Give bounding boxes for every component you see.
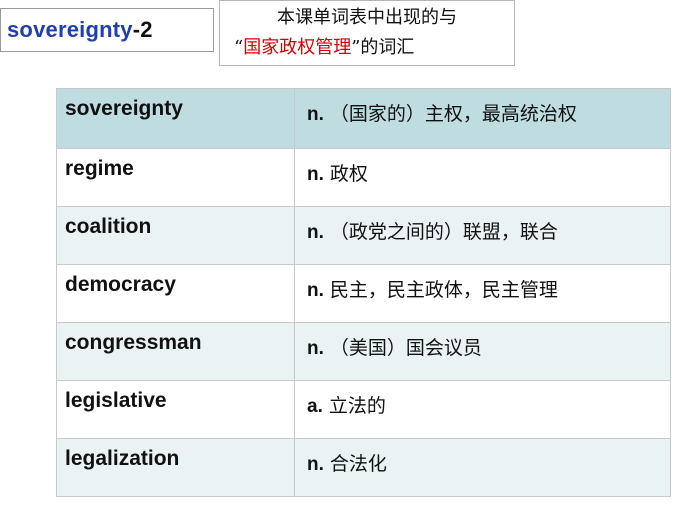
vocab-word: legislative bbox=[56, 380, 295, 439]
vocabulary-table: sovereignty n. （国家的）主权，最高统治权 regime n. 政权 … bbox=[56, 88, 671, 497]
open-quote: “ bbox=[234, 37, 244, 58]
slide-title: sovereignty -2 bbox=[0, 8, 214, 52]
vocab-word: regime bbox=[56, 148, 295, 207]
subtitle-highlight: 国家政权管理 bbox=[243, 37, 352, 58]
meaning: 政权 bbox=[329, 163, 368, 185]
table-row: congressman n. （美国）国会议员 bbox=[56, 322, 671, 381]
part-of-speech: n. bbox=[307, 222, 324, 243]
subtitle-line-1: 本课单词表中出现的与 bbox=[277, 7, 457, 28]
title-word: sovereignty bbox=[7, 17, 133, 42]
vocab-word: legalization bbox=[56, 438, 295, 497]
meaning: （美国）国会议员 bbox=[329, 337, 482, 359]
vocab-word: sovereignty bbox=[56, 88, 295, 149]
meaning: 民主，民主政体，民主管理 bbox=[329, 279, 558, 301]
vocab-word: congressman bbox=[56, 322, 295, 381]
vocab-definition: n. （政党之间的）联盟，联合 bbox=[294, 206, 671, 265]
table-row: coalition n. （政党之间的）联盟，联合 bbox=[56, 206, 671, 265]
vocab-definition: n. 民主，民主政体，民主管理 bbox=[294, 264, 671, 323]
vocab-definition: n. 政权 bbox=[294, 148, 671, 207]
meaning: （国家的）主权，最高统治权 bbox=[329, 103, 577, 125]
part-of-speech: n. bbox=[307, 164, 324, 185]
meaning: 合法化 bbox=[329, 453, 387, 475]
vocab-definition: n. （国家的）主权，最高统治权 bbox=[294, 88, 671, 149]
part-of-speech: n. bbox=[307, 338, 324, 359]
table-row: legislative a. 立法的 bbox=[56, 380, 671, 439]
part-of-speech: n. bbox=[307, 454, 324, 475]
title-suffix: -2 bbox=[132, 17, 153, 42]
vocab-definition: n. （美国）国会议员 bbox=[294, 322, 671, 381]
table-row: sovereignty n. （国家的）主权，最高统治权 bbox=[56, 88, 671, 149]
part-of-speech: a. bbox=[307, 396, 323, 417]
close-quote-text: ”的词汇 bbox=[351, 37, 415, 58]
part-of-speech: n. bbox=[307, 104, 324, 125]
table-row: democracy n. 民主，民主政体，民主管理 bbox=[56, 264, 671, 323]
vocab-definition: a. 立法的 bbox=[294, 380, 671, 439]
vocab-definition: n. 合法化 bbox=[294, 438, 671, 497]
vocab-word: democracy bbox=[56, 264, 295, 323]
table-row: regime n. 政权 bbox=[56, 148, 671, 207]
subtitle-line-2: “国家政权管理”的词汇 bbox=[220, 33, 514, 63]
part-of-speech: n. bbox=[307, 280, 324, 301]
subtitle-box: 本课单词表中出现的与 “国家政权管理”的词汇 bbox=[219, 0, 515, 66]
table-row: legalization n. 合法化 bbox=[56, 438, 671, 497]
vocab-word: coalition bbox=[56, 206, 295, 265]
meaning: （政党之间的）联盟，联合 bbox=[329, 221, 558, 243]
meaning: 立法的 bbox=[328, 395, 386, 417]
